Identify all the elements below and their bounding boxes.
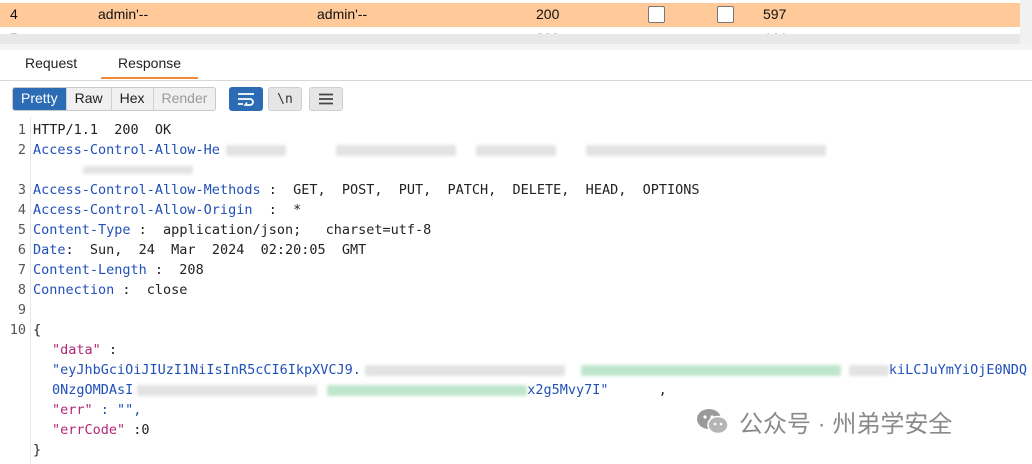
header-line: Content-Length : 208 <box>33 260 204 280</box>
line-number: 2 <box>17 142 26 158</box>
row-checkbox-error[interactable] <box>648 6 665 23</box>
redaction <box>327 384 528 396</box>
redaction <box>580 364 841 376</box>
json-close-brace: } <box>33 442 42 458</box>
header-name: Content-Type <box>33 222 131 238</box>
line-number: 6 <box>17 242 26 258</box>
vertical-scrollbar[interactable] <box>1020 0 1032 44</box>
options-menu-button[interactable] <box>309 87 343 111</box>
line-number: 8 <box>17 282 26 298</box>
json-key: "data" <box>52 342 101 358</box>
watermark-text: 公众号 · 州弟学安全 <box>739 411 953 438</box>
line-number: 7 <box>17 262 26 278</box>
hex-button[interactable]: Hex <box>111 88 154 110</box>
redaction <box>585 144 826 156</box>
json-key: "err" <box>52 402 93 418</box>
token-value: "eyJhbGciOiJIUzI1NiIsInR5cCI6IkpXVCJ9. <box>52 362 361 378</box>
line-number: 1 <box>17 122 26 138</box>
table-row-selected[interactable]: 4 admin'-- admin'-- 200 597 <box>0 3 1020 27</box>
json-value: : "", <box>92 402 142 418</box>
json-key: "errCode" <box>52 422 126 438</box>
tab-response[interactable]: Response <box>101 55 199 79</box>
line-number: 10 <box>9 322 26 338</box>
row-payload-1: admin'-- <box>98 6 149 22</box>
redaction <box>137 384 318 396</box>
redaction <box>225 144 286 156</box>
row-payload-2: admin'-- <box>317 6 368 22</box>
status-line: HTTP/1.1 200 OK <box>33 122 172 138</box>
redaction <box>83 166 193 174</box>
pretty-button[interactable]: Pretty <box>13 88 67 110</box>
header-name: Access-Control-Allow-Methods <box>33 182 261 198</box>
json-line: "eyJhbGciOiJIUzI1NiIsInR5cCI6IkpXVCJ9. ki… <box>52 360 1027 380</box>
header-name: Date <box>33 242 66 258</box>
json-comma: , <box>658 382 667 398</box>
word-wrap-icon <box>238 93 254 106</box>
word-wrap-button[interactable] <box>229 87 263 111</box>
header-line: Date: Sun, 24 Mar 2024 02:20:05 GMT <box>33 240 366 260</box>
header-value: : GET, POST, PUT, PATCH, DELETE, HEAD, O… <box>260 182 700 198</box>
horizontal-scrollbar[interactable] <box>0 34 1020 44</box>
line-number: 9 <box>17 302 26 318</box>
header-line-continuation <box>33 160 193 180</box>
redaction <box>848 364 889 376</box>
view-toolbar: Pretty Raw Hex Render \n <box>0 81 1032 115</box>
redaction <box>335 144 456 156</box>
header-line: Connection : close <box>33 280 187 300</box>
tab-request[interactable]: Request <box>25 55 77 77</box>
row-status: 200 <box>536 6 560 22</box>
show-newlines-button[interactable]: \n <box>268 87 302 111</box>
line-number: 4 <box>17 202 26 218</box>
message-tabs: Request Response <box>0 50 1032 81</box>
header-value: : Sun, 24 Mar 2024 02:20:05 GMT <box>65 242 367 258</box>
raw-button[interactable]: Raw <box>66 88 112 110</box>
newline-icon: \n <box>277 91 293 107</box>
wechat-icon <box>697 408 729 434</box>
redaction <box>475 144 556 156</box>
token-value: 0NzgOMDAsI <box>52 382 134 398</box>
json-line: "errCode" :0 <box>52 420 150 440</box>
header-value: : close <box>114 282 188 298</box>
render-button[interactable]: Render <box>153 88 216 110</box>
watermark: 公众号 · 州弟学安全 <box>695 404 952 439</box>
json-colon: : <box>100 342 118 358</box>
header-name: Content-Length <box>33 262 147 278</box>
header-name: Access-Control-Allow-He <box>33 142 220 158</box>
token-value: kiLCJuYmYiOjE0NDQ <box>888 362 1028 378</box>
redaction <box>364 364 565 376</box>
header-value: : * <box>252 202 302 218</box>
view-mode-group: Pretty Raw Hex Render <box>12 87 217 111</box>
header-name: Connection <box>33 282 115 298</box>
row-checkbox-timeout[interactable] <box>717 6 734 23</box>
row-id: 4 <box>10 6 18 22</box>
json-open-brace: { <box>33 322 42 338</box>
json-line: "err" : "", <box>52 400 141 420</box>
header-line: Content-Type : application/json; charset… <box>33 220 431 240</box>
line-number: 3 <box>17 182 26 198</box>
header-name: Access-Control-Allow-Origin <box>33 202 253 218</box>
header-line: Access-Control-Allow-Origin : * <box>33 200 301 220</box>
row-length: 597 <box>763 6 787 22</box>
header-line: Access-Control-Allow-He <box>33 140 826 160</box>
json-line: "data" : <box>52 340 117 360</box>
json-line: 0NzgOMDAsI x2g5Mvy7I", <box>52 380 667 400</box>
header-line: Access-Control-Allow-Methods : GET, POST… <box>33 180 699 200</box>
token-value: x2g5Mvy7I" <box>527 382 609 398</box>
header-value: : 208 <box>146 262 204 278</box>
header-value: : application/json; charset=utf-8 <box>130 222 432 238</box>
hamburger-icon <box>319 93 333 105</box>
json-value: :0 <box>125 422 150 438</box>
results-table: 4 admin'-- admin'-- 200 597 5 200 444 <box>0 0 1032 44</box>
line-number: 5 <box>17 222 26 238</box>
